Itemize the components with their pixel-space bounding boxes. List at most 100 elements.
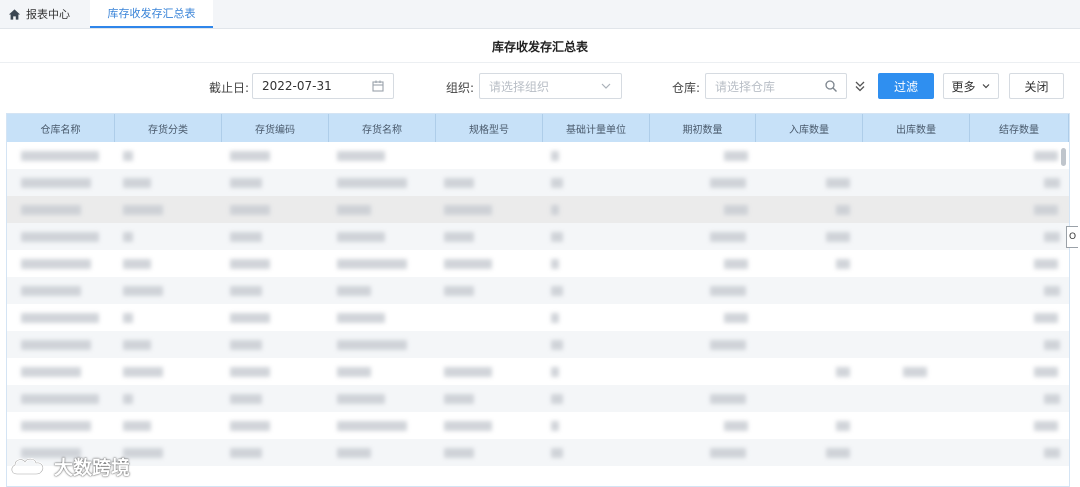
table-cell bbox=[650, 169, 756, 196]
table-cell bbox=[756, 250, 863, 277]
table-cell bbox=[329, 277, 436, 304]
column-header[interactable]: 存货名称 bbox=[329, 114, 436, 142]
table-cell bbox=[7, 304, 115, 331]
column-header[interactable]: 出库数量 bbox=[863, 114, 970, 142]
pixelated-value bbox=[444, 259, 492, 269]
column-header[interactable]: 基础计量单位 bbox=[543, 114, 650, 142]
pixelated-value bbox=[724, 151, 748, 161]
table-cell bbox=[970, 439, 1069, 466]
pixelated-value bbox=[710, 232, 746, 242]
table-row[interactable] bbox=[7, 142, 1069, 169]
table-cell bbox=[222, 304, 329, 331]
pixelated-value bbox=[444, 286, 474, 296]
table-row[interactable] bbox=[7, 250, 1069, 277]
double-chevron-down-icon[interactable] bbox=[853, 79, 867, 93]
table-cell bbox=[970, 196, 1069, 223]
more-button[interactable]: 更多 bbox=[943, 73, 999, 99]
table-cell bbox=[970, 142, 1069, 169]
pixelated-value bbox=[230, 448, 262, 458]
table-cell bbox=[543, 277, 650, 304]
org-select[interactable]: 请选择组织 bbox=[479, 73, 622, 99]
table-cell bbox=[7, 196, 115, 223]
table-cell bbox=[650, 142, 756, 169]
table-cell bbox=[756, 223, 863, 250]
pixelated-value bbox=[710, 394, 746, 404]
table-cell bbox=[436, 223, 543, 250]
table-row[interactable] bbox=[7, 196, 1069, 223]
side-panel-toggle[interactable]: O bbox=[1066, 226, 1078, 248]
table-cell bbox=[436, 331, 543, 358]
table-row[interactable] bbox=[7, 331, 1069, 358]
table-cell bbox=[329, 223, 436, 250]
table-row[interactable] bbox=[7, 277, 1069, 304]
pixelated-value bbox=[444, 448, 474, 458]
pixelated-value bbox=[123, 286, 163, 296]
table-row[interactable] bbox=[7, 358, 1069, 385]
search-icon[interactable] bbox=[824, 79, 838, 93]
table-row[interactable] bbox=[7, 385, 1069, 412]
table-row[interactable] bbox=[7, 223, 1069, 250]
table-cell bbox=[543, 223, 650, 250]
vertical-scrollbar[interactable] bbox=[1061, 148, 1066, 166]
table-cell bbox=[222, 142, 329, 169]
table-cell bbox=[756, 142, 863, 169]
pixelated-value bbox=[337, 205, 371, 215]
table-cell bbox=[970, 223, 1069, 250]
table-cell bbox=[329, 196, 436, 223]
tab-report-center[interactable]: 报表中心 bbox=[8, 0, 90, 28]
table-row[interactable] bbox=[7, 169, 1069, 196]
pixelated-value bbox=[337, 394, 385, 404]
column-header[interactable]: 存货分类 bbox=[115, 114, 222, 142]
pixelated-value bbox=[724, 205, 748, 215]
column-header[interactable]: 存货编码 bbox=[222, 114, 329, 142]
table-cell bbox=[863, 331, 970, 358]
table-cell bbox=[222, 169, 329, 196]
table-cell bbox=[863, 412, 970, 439]
pixelated-value bbox=[1034, 421, 1058, 431]
table-header: 仓库名称 存货分类 存货编码 存货名称 规格型号 基础计量单位 期初数量 入库数量 出库数量 结存… bbox=[7, 114, 1069, 142]
table-cell bbox=[115, 142, 222, 169]
pixelated-value bbox=[337, 421, 407, 431]
close-button[interactable]: 关闭 bbox=[1009, 73, 1064, 99]
pixelated-value bbox=[230, 367, 270, 377]
pixelated-value bbox=[444, 178, 474, 188]
pixelated-value bbox=[836, 421, 850, 431]
pixelated-value bbox=[826, 232, 850, 242]
filter-button[interactable]: 过滤 bbox=[878, 73, 934, 99]
pixelated-value bbox=[337, 151, 385, 161]
column-header[interactable]: 规格型号 bbox=[436, 114, 543, 142]
table-cell bbox=[436, 304, 543, 331]
tab-inventory-summary[interactable]: 库存收发存汇总表 bbox=[90, 0, 213, 28]
column-header[interactable]: 期初数量 bbox=[650, 114, 756, 142]
table-cell bbox=[970, 358, 1069, 385]
table-cell bbox=[436, 169, 543, 196]
pixelated-value bbox=[21, 205, 81, 215]
pixelated-value bbox=[710, 286, 746, 296]
table-row[interactable] bbox=[7, 412, 1069, 439]
table-cell bbox=[650, 223, 756, 250]
org-label: 组织: bbox=[446, 81, 475, 95]
table-row[interactable] bbox=[7, 439, 1069, 466]
warehouse-search-input[interactable]: 请选择仓库 bbox=[705, 73, 847, 99]
deadline-date-picker[interactable]: 2022-07-31 bbox=[252, 73, 394, 99]
table-row[interactable] bbox=[7, 304, 1069, 331]
pixelated-value bbox=[826, 178, 850, 188]
chevron-down-icon bbox=[601, 83, 611, 89]
column-header[interactable]: 入库数量 bbox=[756, 114, 863, 142]
table-cell bbox=[7, 412, 115, 439]
table-cell bbox=[650, 331, 756, 358]
table-cell bbox=[222, 196, 329, 223]
table-cell bbox=[436, 439, 543, 466]
pixelated-value bbox=[123, 394, 133, 404]
inventory-summary-table: 仓库名称 存货分类 存货编码 存货名称 规格型号 基础计量单位 期初数量 入库数量 出库数量 结存… bbox=[6, 113, 1070, 487]
pixelated-value bbox=[21, 340, 91, 350]
column-header[interactable]: 仓库名称 bbox=[7, 114, 115, 142]
table-cell bbox=[436, 196, 543, 223]
column-header[interactable]: 结存数量 bbox=[970, 114, 1069, 142]
table-cell bbox=[650, 439, 756, 466]
pixelated-value bbox=[230, 205, 270, 215]
table-cell bbox=[650, 250, 756, 277]
pixelated-value bbox=[337, 232, 385, 242]
table-cell bbox=[863, 304, 970, 331]
table-cell bbox=[970, 250, 1069, 277]
